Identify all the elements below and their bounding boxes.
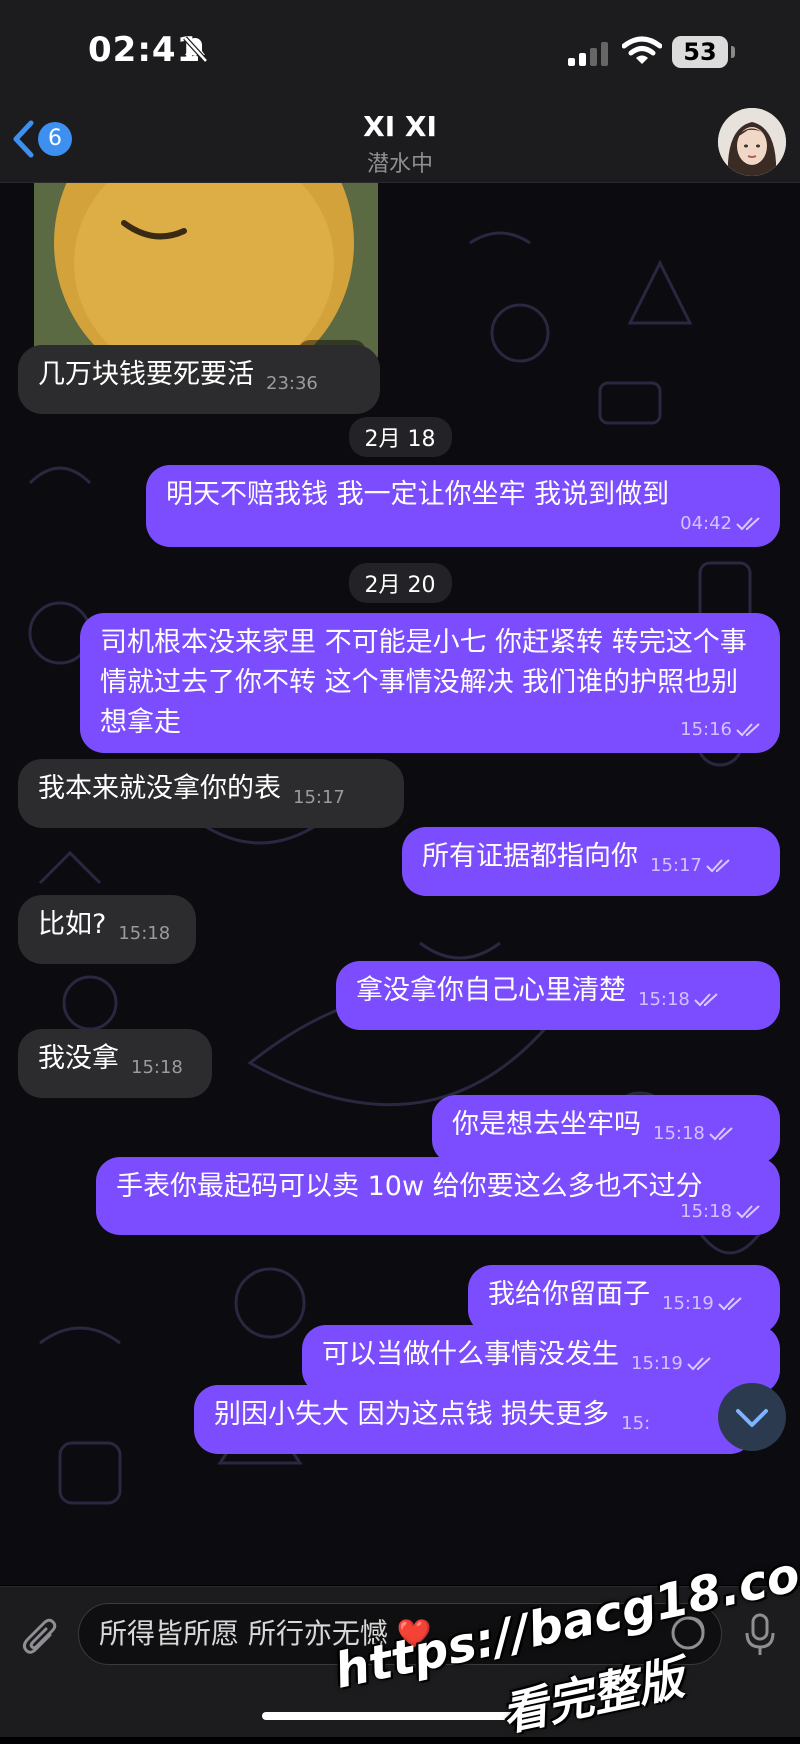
muted-bell-icon [183, 36, 208, 63]
message-bubble-outgoing[interactable]: 拿没拿你自己心里清楚 15:18 [336, 961, 780, 1030]
read-receipt-icon [718, 1297, 742, 1311]
message-bubble-outgoing[interactable]: 所有证据都指向你 15:17 [402, 827, 780, 896]
message-text: 你是想去坐牢吗 [452, 1109, 641, 1140]
read-receipt-icon [736, 1205, 760, 1219]
message-time: 15: [621, 1413, 651, 1434]
avatar[interactable] [718, 108, 786, 176]
message-time: 15:17 [293, 787, 345, 808]
chevron-down-icon [736, 1409, 768, 1427]
read-receipt-icon [736, 517, 760, 531]
contact-name[interactable]: XI XI [0, 110, 800, 143]
message-bubble-outgoing[interactable]: 别因小失大 因为这点钱 损失更多 15: [194, 1385, 754, 1454]
read-receipt-icon [687, 1357, 711, 1371]
message-text: 可以当做什么事情没发生 [322, 1339, 619, 1370]
message-bubble-outgoing[interactable]: 司机根本没来家里 不可能是小七 你赶紧转 转完这个事情就过去了你不转 这个事情没… [80, 613, 780, 753]
scroll-to-bottom-button[interactable] [718, 1383, 786, 1451]
read-receipt-icon [706, 859, 730, 873]
message-time: 15:18 [638, 989, 690, 1010]
message-time: 15:18 [680, 1201, 732, 1222]
read-receipt-icon [694, 993, 718, 1007]
read-receipt-icon [736, 723, 760, 737]
battery-tip [731, 46, 735, 58]
date-label: 2月 20 [348, 563, 452, 603]
message-text: 我没拿 [38, 1043, 119, 1074]
wifi-icon [622, 36, 662, 64]
message-bubble-outgoing[interactable]: 可以当做什么事情没发生 15:19 [302, 1325, 780, 1394]
read-receipt-icon [709, 1127, 733, 1141]
message-text: 我给你留面子 [488, 1279, 650, 1310]
message-time: 15:19 [662, 1293, 714, 1314]
message-text: 明天不赔我钱 我一定让你坐牢 我说到做到 [166, 479, 670, 510]
message-input[interactable]: 所得皆所愿 所行亦无憾 ❤️ [78, 1603, 722, 1665]
message-list[interactable]: 23:35 几万块钱要死要活23:36 2月 18 明天不赔我钱 我一定让你坐牢… [0, 183, 800, 1585]
message-text: 拿没拿你自己心里清楚 [356, 975, 626, 1006]
heart-emoji: ❤️ [396, 1617, 432, 1650]
message-bubble-incoming[interactable]: 我本来就没拿你的表 15:17 [18, 759, 404, 828]
message-time: 15:16 [680, 719, 732, 740]
home-indicator[interactable] [262, 1712, 538, 1720]
message-text: 所有证据都指向你 [422, 841, 638, 872]
message-bubble-outgoing[interactable]: 你是想去坐牢吗 15:18 [432, 1095, 780, 1164]
message-time: 15:19 [631, 1353, 683, 1374]
avatar-image [718, 108, 786, 176]
sticker-icon[interactable] [668, 1613, 708, 1653]
message-text: 我本来就没拿你的表 [38, 773, 281, 804]
microphone-icon[interactable] [742, 1611, 778, 1659]
message-bubble-incoming[interactable]: 比如? 15:18 [18, 895, 196, 964]
message-time: 15:18 [118, 923, 171, 944]
message-text: 比如? [38, 909, 107, 940]
message-time: 23:36 [266, 373, 318, 394]
chat-header: 6 XI XI 潜水中 [0, 100, 800, 183]
message-bubble-outgoing[interactable]: 我给你留面子 15:19 [468, 1265, 780, 1334]
message-time: 04:42 [680, 513, 732, 534]
date-separator: 2月 18 [0, 417, 800, 457]
message-time: 15:18 [653, 1123, 705, 1144]
message-text: 手表你最起码可以卖 10w 给你要这么多也不过分 [116, 1171, 703, 1202]
message-text: 几万块钱要死要活 [38, 359, 254, 390]
date-label: 2月 18 [348, 417, 452, 457]
message-bubble-incoming[interactable]: 我没拿 15:18 [18, 1029, 212, 1098]
message-time: 15:18 [131, 1057, 183, 1078]
message-text: 别因小失大 因为这点钱 损失更多 [214, 1399, 610, 1430]
cellular-signal-icon [568, 42, 608, 66]
status-bar: 02:41 53 [0, 0, 800, 110]
date-separator: 2月 20 [0, 563, 800, 603]
contact-status: 潜水中 [366, 152, 433, 177]
message-draft: 所得皆所愿 所行亦无憾 [99, 1617, 388, 1650]
message-bubble-incoming[interactable]: 几万块钱要死要活 23:36 [18, 345, 380, 414]
message-bubble-outgoing[interactable]: 明天不赔我钱 我一定让你坐牢 我说到做到 04:42 [146, 465, 780, 547]
battery-indicator: 53 [672, 36, 728, 68]
message-time: 15:17 [650, 855, 702, 876]
message-bubble-outgoing[interactable]: 手表你最起码可以卖 10w 给你要这么多也不过分 15:18 [96, 1157, 780, 1235]
attach-icon[interactable] [20, 1617, 60, 1661]
